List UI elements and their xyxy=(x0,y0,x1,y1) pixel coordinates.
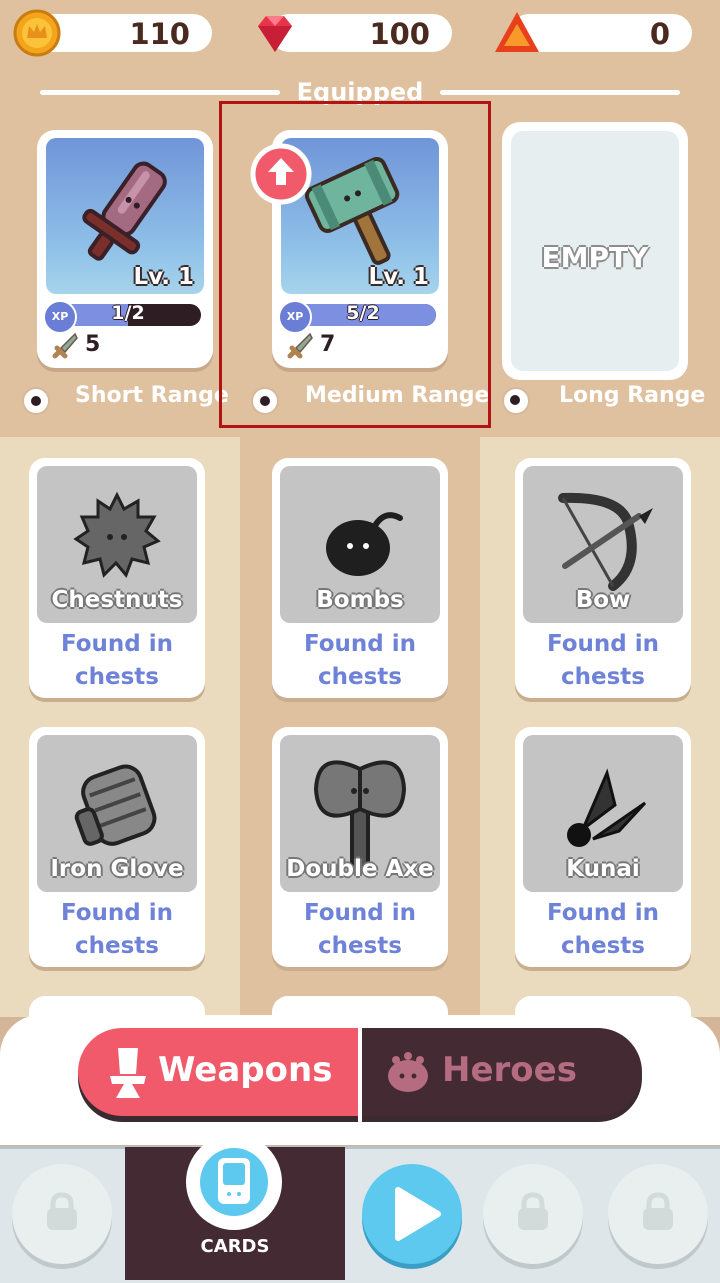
empty-label: EMPTY xyxy=(541,241,649,274)
weapon-status: Found in chests xyxy=(272,897,448,963)
short-range-radio[interactable] xyxy=(22,387,50,415)
play-button[interactable] xyxy=(362,1164,462,1264)
locked-nav-button[interactable] xyxy=(483,1164,583,1264)
locked-nav-button[interactable] xyxy=(12,1164,112,1264)
status-line: Found in xyxy=(60,631,174,657)
status-line: chests xyxy=(75,933,159,959)
tab-weapons-label: Weapons xyxy=(158,1050,333,1090)
status-line: chests xyxy=(561,664,645,690)
weapon-status: Found in chests xyxy=(29,628,205,694)
hero-face-icon xyxy=(388,1052,428,1092)
status-line: Found in xyxy=(303,900,417,926)
xp-progress: 1/2 xyxy=(111,304,145,324)
weapon-card-bombs[interactable]: Bombs Found in chests xyxy=(272,458,448,698)
attack-sword-icon xyxy=(52,332,78,359)
locked-nav-button[interactable] xyxy=(608,1164,708,1264)
weapon-name: Chestnuts xyxy=(51,587,183,613)
weapon-card-iron-glove[interactable]: Iron Glove Found in chests xyxy=(29,727,205,967)
tab-heroes[interactable]: Heroes xyxy=(362,1028,642,1116)
empty-slot: EMPTY xyxy=(511,131,679,371)
attack-value: 5 xyxy=(85,332,101,357)
sword-icon xyxy=(82,161,167,261)
lock-icon xyxy=(518,1192,548,1230)
weapon-card-kunai[interactable]: Kunai Found in chests xyxy=(515,727,691,967)
lock-icon xyxy=(643,1192,673,1230)
attack-stat: 5 xyxy=(49,332,100,362)
cards-nav-label: CARDS xyxy=(200,1236,270,1257)
weapon-status: Found in chests xyxy=(515,897,691,963)
status-line: Found in xyxy=(303,631,417,657)
weapon-name: Bombs xyxy=(316,587,404,613)
weapon-card-chestnuts[interactable]: Chestnuts Found in chests xyxy=(29,458,205,698)
weapon-name: Iron Glove xyxy=(50,856,184,882)
range-label: Short Range xyxy=(75,383,229,408)
cards-icon xyxy=(200,1148,268,1216)
tab-heroes-label: Heroes xyxy=(442,1050,577,1090)
range-label: Long Range xyxy=(559,383,706,408)
iron-glove-icon xyxy=(74,764,157,846)
xp-badge-icon: XP xyxy=(43,300,77,334)
coin-icon xyxy=(13,9,61,57)
status-line: chests xyxy=(561,933,645,959)
coin-count: 110 xyxy=(129,17,190,51)
status-line: Found in xyxy=(546,900,660,926)
play-icon xyxy=(395,1187,441,1241)
weapon-status: Found in chests xyxy=(515,628,691,694)
weapon-card-double-axe[interactable]: Double Axe Found in chests xyxy=(272,727,448,967)
equipped-card-short-range[interactable]: Lv. 1 1/2 XP 5 xyxy=(37,130,213,368)
selection-highlight xyxy=(219,101,491,428)
weapon-name: Bow xyxy=(575,587,631,613)
weapon-card-bow[interactable]: Bow Found in chests xyxy=(515,458,691,698)
weapon-art: Lv. 1 xyxy=(46,138,204,294)
status-line: Found in xyxy=(546,631,660,657)
bow-icon xyxy=(558,492,653,591)
triangle-token-icon xyxy=(495,12,539,52)
weapons-tab-icon xyxy=(110,1048,146,1098)
weapon-name: Double Axe xyxy=(286,856,434,882)
divider xyxy=(40,90,280,95)
equipped-card-long-range[interactable]: EMPTY xyxy=(502,122,688,380)
chestnut-icon xyxy=(73,491,161,578)
cards-nav-button[interactable] xyxy=(186,1134,282,1230)
divider xyxy=(440,90,680,95)
tab-weapons[interactable]: Weapons xyxy=(78,1028,358,1116)
double-axe-icon xyxy=(313,760,407,869)
gem-count: 100 xyxy=(369,17,430,51)
weapon-status: Found in chests xyxy=(272,628,448,694)
long-range-radio[interactable] xyxy=(502,387,530,415)
lock-icon xyxy=(47,1192,77,1230)
token-count: 0 xyxy=(649,17,670,51)
status-line: chests xyxy=(75,664,159,690)
status-line: chests xyxy=(318,933,402,959)
bomb-icon xyxy=(326,512,403,576)
level-label: Lv. 1 xyxy=(133,264,194,290)
status-line: Found in xyxy=(60,900,174,926)
status-line: chests xyxy=(318,664,402,690)
weapon-name: Kunai xyxy=(566,856,640,882)
kunai-icon xyxy=(567,768,647,847)
weapon-status: Found in chests xyxy=(29,897,205,963)
gem-icon xyxy=(258,16,292,52)
